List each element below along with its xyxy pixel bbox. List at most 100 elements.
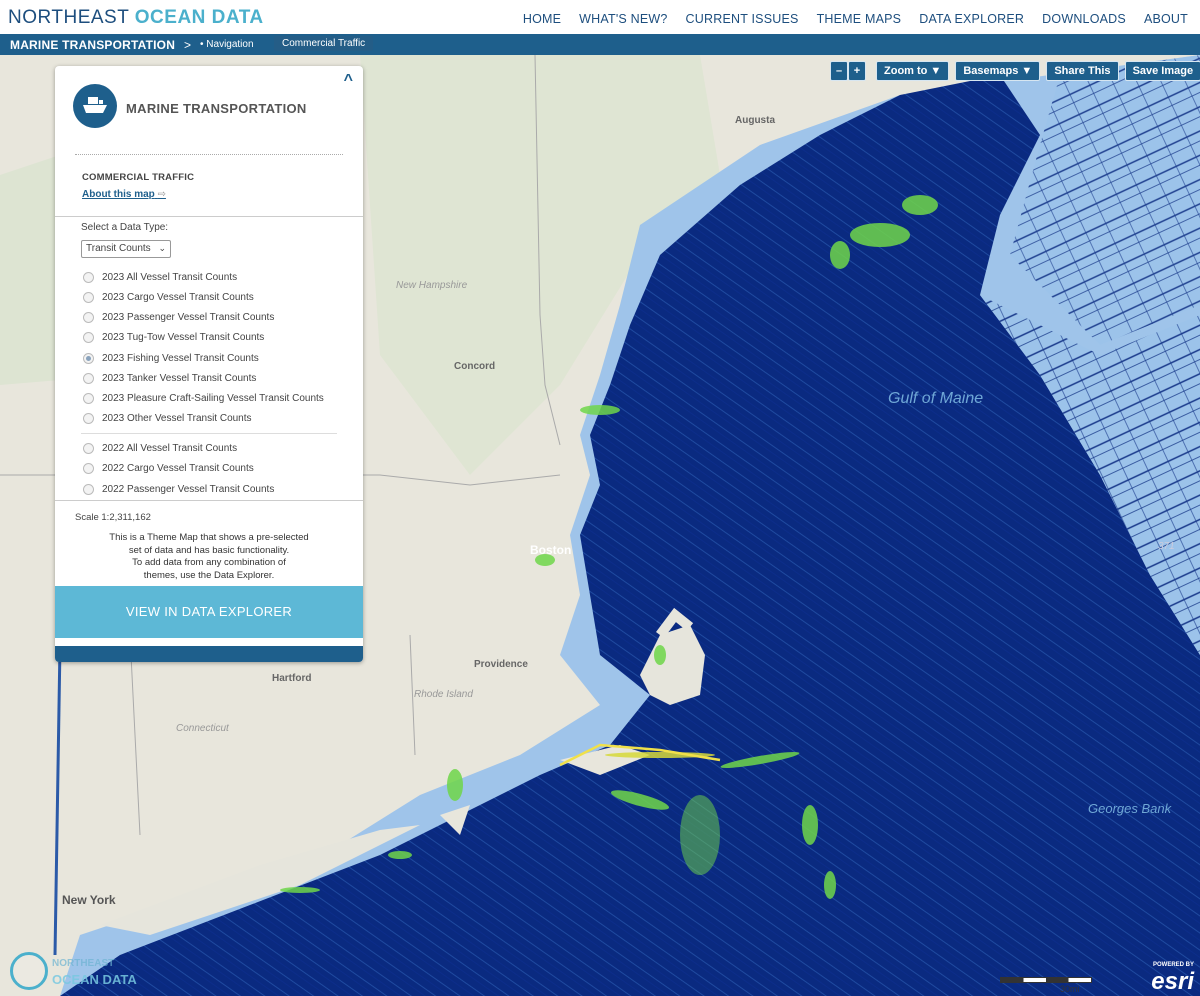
zoom-in-button[interactable]: + xyxy=(848,61,866,81)
radio-button-checked[interactable] xyxy=(83,352,94,364)
radio-option[interactable]: 2023 Passenger Vessel Transit Counts xyxy=(83,310,274,324)
main-nav: HOME WHAT'S NEW? CURRENT ISSUES THEME MA… xyxy=(523,12,1188,26)
theme-map-description: This is a Theme Map that shows a pre-sel… xyxy=(85,532,333,582)
nav-downloads[interactable]: DOWNLOADS xyxy=(1042,12,1126,26)
label-concord: Concord xyxy=(454,361,496,372)
nav-about[interactable]: ABOUT xyxy=(1144,12,1188,26)
radio-label: 2023 All Vessel Transit Counts xyxy=(102,271,238,283)
label-augusta: Augusta xyxy=(735,115,775,126)
about-map-link[interactable]: About this map ⇨ xyxy=(82,189,166,200)
save-image-button[interactable]: Save Image xyxy=(1124,61,1200,81)
data-type-value: Transit Counts xyxy=(86,243,151,254)
radio-option[interactable]: 2023 All Vessel Transit Counts xyxy=(83,270,237,284)
label-new-york: New York xyxy=(62,893,116,907)
data-type-select[interactable]: Transit Counts ⌄ xyxy=(81,240,171,258)
view-in-data-explorer-button[interactable]: VIEW IN DATA EXPLORER xyxy=(55,586,363,638)
scale-bar xyxy=(1000,977,1092,983)
esri-logo: esri xyxy=(1151,968,1194,995)
share-button[interactable]: Share This xyxy=(1046,61,1119,81)
nav-data-explorer[interactable]: DATA EXPLORER xyxy=(919,12,1024,26)
watermark-line1: NORTHEAST xyxy=(52,958,115,969)
label-gulf-of-maine: Gulf of Maine xyxy=(888,390,984,407)
zoom-controls: – xyxy=(830,61,848,81)
label-boston: Boston xyxy=(530,543,572,557)
theme-panel: ^ MARINE TRANSPORTATION COMMERCIAL TRAFF… xyxy=(55,66,363,662)
radio-button[interactable] xyxy=(83,331,94,343)
radio-label: 2023 Pleasure Craft-Sailing Vessel Trans… xyxy=(102,392,324,404)
radio-label: 2023 Tanker Vessel Transit Counts xyxy=(102,372,257,384)
radio-label: 2023 Cargo Vessel Transit Counts xyxy=(102,291,254,303)
radio-button[interactable] xyxy=(83,311,94,323)
external-link-icon: ⇨ xyxy=(157,189,166,200)
radio-label: 2023 Passenger Vessel Transit Counts xyxy=(102,311,275,323)
zoom-in-wrap: + xyxy=(848,61,866,81)
panel-footer xyxy=(55,646,363,662)
basemaps-button[interactable]: Basemaps ▼ xyxy=(955,61,1041,81)
radio-button[interactable] xyxy=(83,412,94,424)
radio-button[interactable] xyxy=(83,372,94,384)
radio-option[interactable]: 2023 Pleasure Craft-Sailing Vessel Trans… xyxy=(83,391,324,405)
collapse-caret-icon[interactable]: ^ xyxy=(344,72,353,90)
radio-option[interactable]: 2022 Cargo Vessel Transit Counts xyxy=(83,461,254,475)
radio-option[interactable]: 2023 Tug-Tow Vessel Transit Counts xyxy=(83,330,264,344)
scale-bar-label: 30mi xyxy=(1060,984,1080,994)
zoom-out-button[interactable]: – xyxy=(830,61,848,81)
ship-icon xyxy=(73,84,117,128)
nav-current-issues[interactable]: CURRENT ISSUES xyxy=(686,12,799,26)
breadcrumb-navigation[interactable]: • Navigation xyxy=(200,39,254,50)
esri-attribution[interactable]: POWERED BY esri xyxy=(1140,962,1196,995)
watermark-logo: NORTHEAST OCEAN DATA xyxy=(8,950,158,994)
label-georges-bank: Georges Bank xyxy=(1088,801,1172,816)
radio-option[interactable]: 2022 All Vessel Transit Counts xyxy=(83,441,237,455)
select-type-label: Select a Data Type: xyxy=(81,222,169,233)
breadcrumb-section[interactable]: MARINE TRANSPORTATION xyxy=(10,38,175,52)
logo-part1: NORTHEAST xyxy=(8,7,129,28)
radio-button[interactable] xyxy=(83,462,94,474)
description-line: set of data and has basic functionality. xyxy=(128,544,290,556)
radio-option[interactable]: 2023 Cargo Vessel Transit Counts xyxy=(83,290,254,304)
site-logo[interactable]: NORTHEAST OCEAN DATA xyxy=(8,7,264,29)
map-toolbar: Zoom to ▼ Basemaps ▼ Share This Save Ima… xyxy=(876,61,1200,81)
radio-option[interactable]: 2022 Passenger Vessel Transit Counts xyxy=(83,482,274,496)
divider xyxy=(55,500,363,501)
logo-circle-icon xyxy=(10,952,48,990)
map-scale-text: Scale 1:2,311,162 xyxy=(75,512,151,523)
label-providence: Providence xyxy=(474,659,528,670)
panel-title: MARINE TRANSPORTATION xyxy=(126,101,307,116)
panel-subtitle: COMMERCIAL TRAFFIC xyxy=(82,172,195,183)
radio-button[interactable] xyxy=(83,392,94,404)
radio-label: 2022 All Vessel Transit Counts xyxy=(102,442,238,454)
description-line: This is a Theme Map that shows a pre-sel… xyxy=(109,532,309,543)
radio-option[interactable]: 2023 Other Vessel Transit Counts xyxy=(83,411,252,425)
radio-button[interactable] xyxy=(83,483,94,495)
description-line: To add data from any combination of xyxy=(132,557,286,568)
label-depth-371: 371 xyxy=(1158,541,1175,552)
label-connecticut: Connecticut xyxy=(176,723,229,734)
radio-button[interactable] xyxy=(83,291,94,303)
radio-label: 2022 Cargo Vessel Transit Counts xyxy=(102,462,254,474)
radio-button[interactable] xyxy=(83,442,94,454)
breadcrumb: MARINE TRANSPORTATION > • Navigation Com… xyxy=(0,34,1200,55)
breadcrumb-separator: > xyxy=(184,38,192,52)
divider xyxy=(55,216,363,217)
radio-option[interactable]: 2023 Tanker Vessel Transit Counts xyxy=(83,371,256,385)
breadcrumb-active[interactable]: Commercial Traffic xyxy=(274,36,374,51)
radio-label: 2023 Tug-Tow Vessel Transit Counts xyxy=(102,331,265,343)
radio-label: 2023 Other Vessel Transit Counts xyxy=(102,412,252,424)
divider xyxy=(75,154,343,155)
radio-button[interactable] xyxy=(83,271,94,283)
label-rhode-island: Rhode Island xyxy=(414,689,473,700)
watermark-line2: OCEAN DATA xyxy=(52,972,137,987)
zoom-to-button[interactable]: Zoom to ▼ xyxy=(876,61,950,81)
nav-whats-new[interactable]: WHAT'S NEW? xyxy=(579,12,667,26)
radio-label: 2022 Passenger Vessel Transit Counts xyxy=(102,483,275,495)
nav-theme-maps[interactable]: THEME MAPS xyxy=(817,12,902,26)
label-hartford: Hartford xyxy=(272,673,312,684)
radio-option-selected[interactable]: 2023 Fishing Vessel Transit Counts xyxy=(83,351,259,365)
label-new-hampshire: New Hampshire xyxy=(396,280,468,291)
logo-part2: OCEAN DATA xyxy=(134,7,264,28)
nav-home[interactable]: HOME xyxy=(523,12,561,26)
description-line: themes, use the Data Explorer. xyxy=(143,569,275,581)
top-header: NORTHEAST OCEAN DATA HOME WHAT'S NEW? CU… xyxy=(0,0,1200,34)
chevron-down-icon: ⌄ xyxy=(158,243,166,253)
